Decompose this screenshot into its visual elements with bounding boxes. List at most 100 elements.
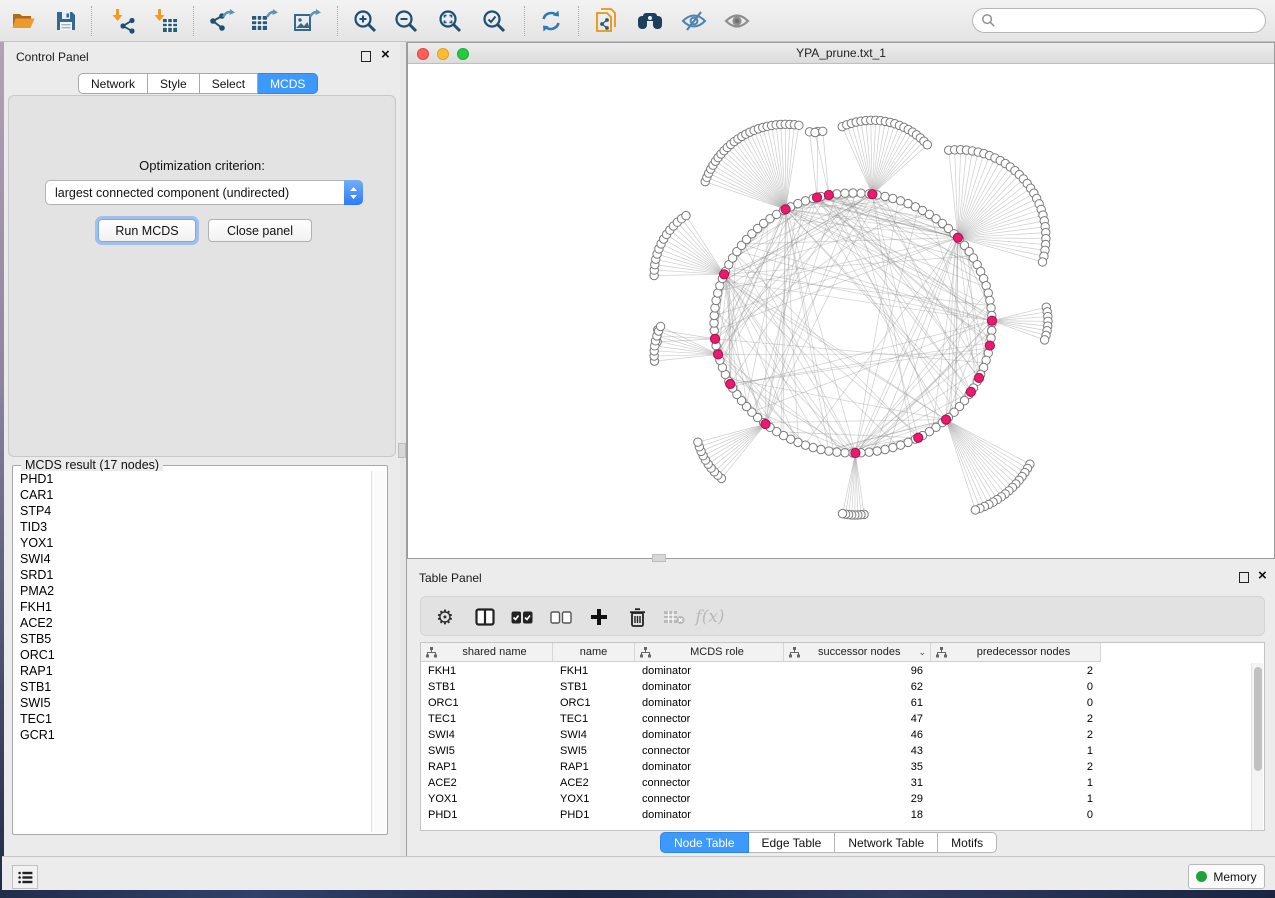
mcds-result-item[interactable]: RAP1 <box>15 663 373 679</box>
zoom-fit-button[interactable] <box>433 4 467 38</box>
save-session-button[interactable] <box>49 4 83 38</box>
mcds-result-item[interactable]: PHD1 <box>15 471 373 487</box>
mcds-result-item[interactable]: SWI5 <box>15 695 373 711</box>
table-scrollbar[interactable] <box>1251 663 1263 830</box>
main-toolbar <box>0 0 1275 42</box>
mcds-result-item[interactable]: CAR1 <box>15 487 373 503</box>
control-panel: Control Panel × Network Style Select MCD… <box>4 42 400 856</box>
mcds-result-item[interactable]: TEC1 <box>15 711 373 727</box>
close-panel-icon[interactable]: × <box>381 45 390 65</box>
column-header-shared-name[interactable]: shared name <box>421 643 553 662</box>
mcds-result-item[interactable]: FKH1 <box>15 599 373 615</box>
tab-network[interactable]: Network <box>78 73 148 94</box>
tab-edge-table[interactable]: Edge Table <box>749 832 836 853</box>
float-table-panel-icon[interactable] <box>1239 572 1249 583</box>
table-scrollbar-thumb[interactable] <box>1254 667 1262 771</box>
mcds-result-item[interactable]: STB1 <box>15 679 373 695</box>
show-graphics-details-button[interactable] <box>720 4 754 38</box>
table-row[interactable]: RAP1RAP1dominator352 <box>421 759 1101 775</box>
mcds-result-item[interactable]: STB5 <box>15 631 373 647</box>
mcds-result-item[interactable]: ORC1 <box>15 647 373 663</box>
deselect-all-button[interactable] <box>545 601 577 633</box>
window-close-icon[interactable] <box>417 48 429 60</box>
export-network-button[interactable] <box>205 4 239 38</box>
open-file-button[interactable] <box>7 4 41 38</box>
binoculars-icon <box>636 9 664 33</box>
hide-graphics-details-button[interactable] <box>677 4 711 38</box>
mcds-result-item[interactable]: GCR1 <box>15 727 373 743</box>
export-image-icon <box>293 8 321 34</box>
horizontal-splitter-handle[interactable] <box>652 554 666 562</box>
table-row[interactable]: STB1STB1dominator620 <box>421 679 1101 695</box>
create-column-button[interactable] <box>583 601 615 633</box>
mcds-result-item[interactable]: STP4 <box>15 503 373 519</box>
mcds-result-item[interactable]: PMA2 <box>15 583 373 599</box>
tab-mcds[interactable]: MCDS <box>258 73 318 94</box>
mcds-result-item[interactable]: ACE2 <box>15 615 373 631</box>
mcds-result-item[interactable]: YOX1 <box>15 535 373 551</box>
function-builder-button[interactable]: f(x) <box>694 601 726 633</box>
table-row[interactable]: TEC1TEC1connector472 <box>421 711 1101 727</box>
toolbar-separator <box>578 6 579 36</box>
column-header-successor-nodes[interactable]: successor nodes⌄ <box>784 643 931 662</box>
mcds-result-list[interactable]: PHD1CAR1STP4TID3YOX1SWI4SRD1PMA2FKH1ACE2… <box>15 471 373 832</box>
node-table[interactable]: shared namenameMCDS rolesuccessor nodes⌄… <box>420 642 1265 831</box>
network-canvas[interactable] <box>408 64 1274 558</box>
window-maximize-icon[interactable] <box>457 48 469 60</box>
table-cell: 2 <box>931 711 1101 727</box>
delete-table-button[interactable] <box>658 601 690 633</box>
mcds-result-item[interactable]: TID3 <box>15 519 373 535</box>
network-window-titlebar[interactable]: YPA_prune.txt_1 <box>408 43 1274 64</box>
window-minimize-icon[interactable] <box>437 48 449 60</box>
zoom-out-icon <box>393 8 419 34</box>
mcds-result-item[interactable]: SWI4 <box>15 551 373 567</box>
export-table-button[interactable] <box>247 4 281 38</box>
table-cell: STB1 <box>421 679 553 695</box>
export-image-button[interactable] <box>290 4 324 38</box>
table-row[interactable]: ORC1ORC1dominator610 <box>421 695 1101 711</box>
zoom-in-button[interactable] <box>348 4 382 38</box>
tab-select[interactable]: Select <box>200 73 258 94</box>
table-settings-button[interactable]: ⚙ <box>429 601 461 633</box>
show-columns-button[interactable] <box>469 601 501 633</box>
show-panels-button[interactable] <box>12 865 38 889</box>
refresh-button[interactable] <box>534 4 568 38</box>
import-network-button[interactable] <box>107 4 141 38</box>
clone-network-button[interactable] <box>589 4 623 38</box>
table-row[interactable]: SWI4SWI4dominator462 <box>421 727 1101 743</box>
memory-status-icon <box>1196 871 1207 882</box>
close-panel-button[interactable]: Close panel <box>208 219 312 242</box>
column-header-predecessor-nodes[interactable]: predecessor nodes <box>931 643 1101 662</box>
table-row[interactable]: YOX1YOX1connector291 <box>421 791 1101 807</box>
select-all-button[interactable] <box>506 601 538 633</box>
float-panel-icon[interactable] <box>361 51 371 62</box>
search-input[interactable] <box>996 14 1265 28</box>
control-panel-title: Control Panel <box>16 50 89 64</box>
import-table-button[interactable] <box>149 4 183 38</box>
run-mcds-button[interactable]: Run MCDS <box>98 219 196 242</box>
close-table-panel-icon[interactable]: × <box>1258 566 1267 586</box>
table-row[interactable]: SWI5SWI5connector431 <box>421 743 1101 759</box>
column-header-name[interactable]: name <box>553 643 635 662</box>
tab-network-table[interactable]: Network Table <box>835 832 938 853</box>
memory-button[interactable]: Memory <box>1188 864 1265 889</box>
tab-motifs[interactable]: Motifs <box>938 832 997 853</box>
zoom-out-button[interactable] <box>389 4 423 38</box>
table-row[interactable]: ACE2ACE2connector311 <box>421 775 1101 791</box>
search-network-button[interactable] <box>633 4 667 38</box>
zoom-selected-button[interactable] <box>477 4 511 38</box>
vertical-splitter-handle[interactable] <box>398 443 406 458</box>
column-namespace-icon <box>426 647 437 658</box>
table-cell: PHD1 <box>421 807 553 823</box>
mcds-result-item[interactable]: SRD1 <box>15 567 373 583</box>
mcds-result-scrollbar[interactable] <box>371 471 385 832</box>
delete-column-button[interactable] <box>621 601 653 633</box>
plus-icon <box>590 608 608 626</box>
table-row[interactable]: FKH1FKH1dominator962 <box>421 663 1101 679</box>
table-row[interactable]: PHD1PHD1dominator180 <box>421 807 1101 823</box>
network-window-title: YPA_prune.txt_1 <box>796 46 886 60</box>
optimization-criterion-dropdown[interactable]: largest connected component (undirected) <box>45 180 363 205</box>
tab-node-table[interactable]: Node Table <box>660 832 749 853</box>
column-header-MCDS-role[interactable]: MCDS role <box>635 643 784 662</box>
tab-style[interactable]: Style <box>148 73 200 94</box>
